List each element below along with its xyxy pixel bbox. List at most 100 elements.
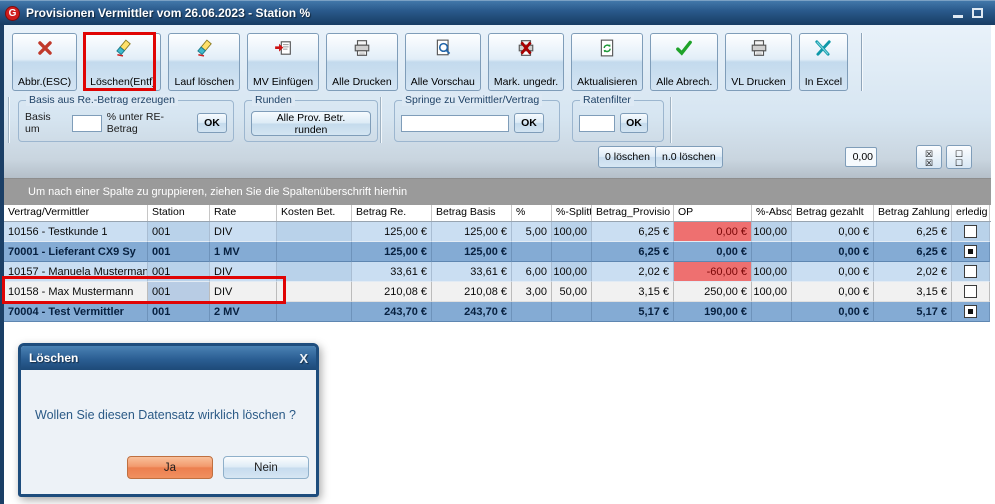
erledigt-checkbox[interactable] (964, 245, 977, 258)
print-all-button[interactable]: Alle Drucken (326, 33, 398, 91)
refresh-button[interactable]: Aktualisieren (571, 33, 643, 91)
grid-cell[interactable]: 250,00 € (674, 282, 752, 302)
grid-cell[interactable]: 100,00 (752, 262, 792, 282)
grid-cell[interactable]: 6,00 (512, 262, 552, 282)
grid-cell[interactable]: 50,00 (552, 282, 592, 302)
grid-cell[interactable]: 243,70 € (352, 302, 432, 322)
grid-cell[interactable]: 5,17 € (874, 302, 952, 322)
grid-cell[interactable]: 3,15 € (592, 282, 674, 302)
excel-export-button[interactable]: In Excel (799, 33, 848, 91)
grid-cell[interactable]: 3,15 € (874, 282, 952, 302)
grid-cell[interactable] (552, 302, 592, 322)
grid-cell[interactable]: 001 (148, 282, 210, 302)
grid-cell[interactable]: 70001 - Lieferant CX9 Sy (4, 242, 148, 262)
grid-cell[interactable]: 6,25 € (874, 222, 952, 242)
grid-cell[interactable]: 001 (148, 262, 210, 282)
grid-cell[interactable]: 33,61 € (432, 262, 512, 282)
grid-cell[interactable]: 001 (148, 222, 210, 242)
column-header[interactable]: Betrag gezahlt (792, 205, 874, 221)
preview-all-button[interactable]: Alle Vorschau (405, 33, 481, 91)
grid-cell[interactable]: 0,00 € (792, 282, 874, 302)
grid-cell[interactable]: 10157 - Manuela Musterman (4, 262, 148, 282)
maximize-button[interactable] (972, 8, 983, 18)
grid-cell[interactable]: 3,00 (512, 282, 552, 302)
no-button[interactable]: Nein (223, 456, 309, 479)
basis-percent-input[interactable] (72, 115, 102, 132)
grid-cell[interactable]: 10158 - Max Mustermann (4, 282, 148, 302)
mark-all-button[interactable]: ☒☒ (916, 145, 942, 169)
table-row[interactable]: 10158 - Max Mustermann001DIV 210,08 €210,… (4, 282, 991, 302)
column-header[interactable]: %-Absc (752, 205, 792, 221)
grid-cell[interactable]: 2,02 € (592, 262, 674, 282)
grid-cell[interactable]: 1 MV (210, 242, 277, 262)
grid-cell[interactable]: 190,00 € (674, 302, 752, 322)
basis-ok-button[interactable]: OK (197, 113, 227, 133)
grid-cell[interactable] (277, 222, 352, 242)
mark-unprinted-button[interactable]: Mark. ungedr. (488, 33, 564, 91)
grid-cell[interactable] (552, 242, 592, 262)
rate-filter-input[interactable] (579, 115, 615, 132)
column-header[interactable]: OP (674, 205, 752, 221)
grid-cell[interactable]: 100,00 (752, 282, 792, 302)
grid-cell[interactable] (512, 302, 552, 322)
grid-cell[interactable]: DIV (210, 282, 277, 302)
round-all-button[interactable]: Alle Prov. Betr. runden (251, 111, 371, 136)
column-header[interactable]: Rate (210, 205, 277, 221)
grid-cell[interactable]: 2,02 € (874, 262, 952, 282)
grid-cell[interactable]: 0,00 € (792, 242, 874, 262)
grid-cell[interactable]: 2 MV (210, 302, 277, 322)
delete-button[interactable]: Löschen(Entf) (84, 33, 161, 91)
grid-cell[interactable]: 6,25 € (592, 242, 674, 262)
grid-cell[interactable] (277, 262, 352, 282)
yes-button[interactable]: Ja (127, 456, 213, 479)
column-header[interactable]: % (512, 205, 552, 221)
grid-cell[interactable]: 6,25 € (874, 242, 952, 262)
grid-cell[interactable]: 0,00 € (674, 222, 752, 242)
grid-cell[interactable]: -60,00 € (674, 262, 752, 282)
column-header[interactable]: Betrag Basis (432, 205, 512, 221)
column-header[interactable]: Betrag Zahlung (874, 205, 952, 221)
erledigt-checkbox[interactable] (964, 305, 977, 318)
grid-cell[interactable]: 100,00 (552, 262, 592, 282)
grid-cell[interactable]: 70004 - Test Vermittler (4, 302, 148, 322)
delete-run-button[interactable]: Lauf löschen (168, 33, 240, 91)
column-header[interactable]: Station (148, 205, 210, 221)
grid-cell[interactable]: 125,00 € (352, 222, 432, 242)
vl-print-button[interactable]: VL Drucken (725, 33, 791, 91)
unmark-all-button[interactable]: ☐☐ (946, 145, 972, 169)
erledigt-checkbox[interactable] (964, 285, 977, 298)
grid-cell[interactable]: 001 (148, 242, 210, 262)
grid-cell[interactable]: 100,00 (752, 222, 792, 242)
grid-cell[interactable] (512, 242, 552, 262)
grid-cell[interactable]: 0,00 € (792, 302, 874, 322)
grid-cell[interactable]: 10156 - Testkunde 1 (4, 222, 148, 242)
grid-cell[interactable]: 001 (148, 302, 210, 322)
column-header[interactable]: erledig (952, 205, 990, 221)
minimize-button[interactable] (953, 15, 963, 18)
table-row[interactable]: 10156 - Testkunde 1001DIV 125,00 €125,00 … (4, 222, 991, 242)
erledigt-checkbox[interactable] (964, 225, 977, 238)
grid-cell[interactable]: DIV (210, 222, 277, 242)
grid-cell[interactable]: 210,08 € (352, 282, 432, 302)
grid-cell[interactable]: 125,00 € (432, 222, 512, 242)
grid-cell[interactable]: 100,00 (552, 222, 592, 242)
mv-insert-button[interactable]: MV Einfügen (247, 33, 319, 91)
abort-button[interactable]: Abbr.(ESC) (12, 33, 77, 91)
grid-cell[interactable]: 0,00 € (792, 262, 874, 282)
grid-cell[interactable]: DIV (210, 262, 277, 282)
jump-ok-button[interactable]: OK (514, 113, 544, 133)
grid-cell[interactable]: 243,70 € (432, 302, 512, 322)
close-icon[interactable]: X (299, 351, 308, 366)
jump-to-input[interactable] (401, 115, 509, 132)
column-header[interactable]: Betrag Re. (352, 205, 432, 221)
grid-cell[interactable] (277, 302, 352, 322)
grid-cell[interactable]: 210,08 € (432, 282, 512, 302)
grid-cell[interactable] (277, 242, 352, 262)
grid-cell[interactable]: 125,00 € (432, 242, 512, 262)
table-row[interactable]: 10157 - Manuela Musterman001DIV 33,61 €33… (4, 262, 991, 282)
column-header[interactable]: Vertrag/Vermittler (4, 205, 148, 221)
grid-cell[interactable]: 5,00 (512, 222, 552, 242)
grid-cell[interactable]: 125,00 € (352, 242, 432, 262)
rate-filter-ok-button[interactable]: OK (620, 113, 648, 133)
grid-cell[interactable]: 33,61 € (352, 262, 432, 282)
